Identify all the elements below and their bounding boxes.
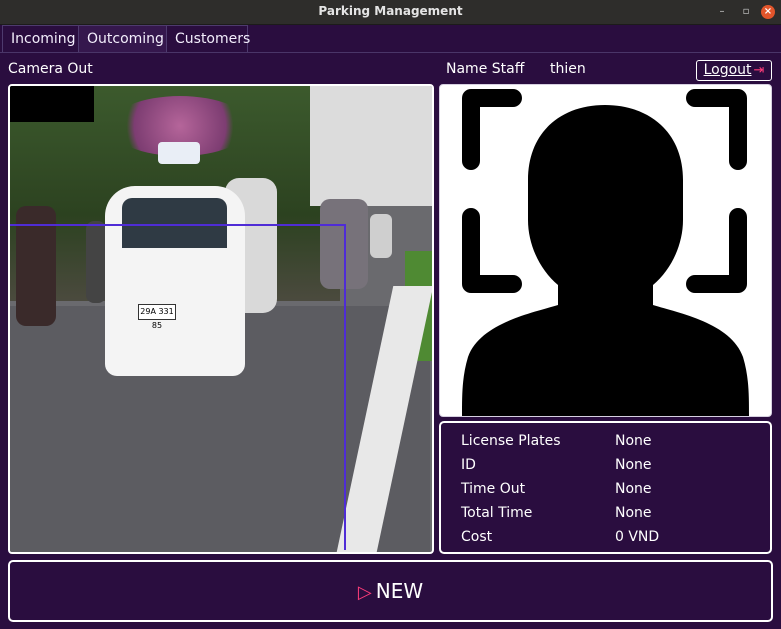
camera-car bbox=[370, 214, 392, 258]
close-button[interactable]: × bbox=[761, 5, 775, 19]
camera-sky bbox=[310, 86, 432, 206]
tab-bar: Incoming Outcoming Customers bbox=[0, 24, 781, 53]
info-value: None bbox=[615, 433, 652, 449]
camera-label: Camera Out bbox=[8, 61, 93, 77]
avatar-box bbox=[439, 84, 772, 417]
new-button-label: NEW bbox=[375, 579, 424, 603]
user-placeholder-icon bbox=[462, 89, 749, 416]
info-value: None bbox=[615, 481, 652, 497]
staff-name: thien bbox=[550, 61, 586, 77]
camera-feed: 29A 331 85 bbox=[8, 84, 434, 554]
minimize-button[interactable]: – bbox=[715, 5, 729, 19]
window-titlebar: Parking Management – ▫ × bbox=[0, 0, 781, 25]
window-title: Parking Management bbox=[318, 4, 463, 18]
camera-taxi-sign bbox=[158, 142, 200, 164]
info-key: Cost bbox=[461, 529, 493, 545]
staff-label: Name Staff bbox=[446, 61, 525, 77]
info-key: ID bbox=[461, 457, 476, 473]
logout-label: Logout bbox=[703, 62, 752, 78]
info-key: Time Out bbox=[461, 481, 526, 497]
new-button[interactable]: ▷ NEW bbox=[8, 560, 773, 622]
camera-black-overlay bbox=[10, 86, 94, 122]
logout-icon: ⇥ bbox=[753, 63, 765, 78]
tab-incoming[interactable]: Incoming bbox=[2, 25, 82, 52]
tab-customers[interactable]: Customers bbox=[166, 25, 250, 52]
info-key: Total Time bbox=[461, 505, 533, 521]
camera-roi-box bbox=[10, 224, 346, 550]
info-key: License Plates bbox=[461, 433, 561, 449]
maximize-button[interactable]: ▫ bbox=[739, 5, 753, 19]
play-outline-icon: ▷ bbox=[357, 582, 372, 603]
vehicle-info-panel: License Plates None ID None Time Out Non… bbox=[439, 421, 772, 554]
info-value: None bbox=[615, 505, 652, 521]
info-value: 0 VND bbox=[615, 529, 660, 545]
tab-outcoming[interactable]: Outcoming bbox=[78, 25, 172, 52]
info-value: None bbox=[615, 457, 652, 473]
logout-button[interactable]: Logout ⇥ bbox=[696, 60, 772, 81]
